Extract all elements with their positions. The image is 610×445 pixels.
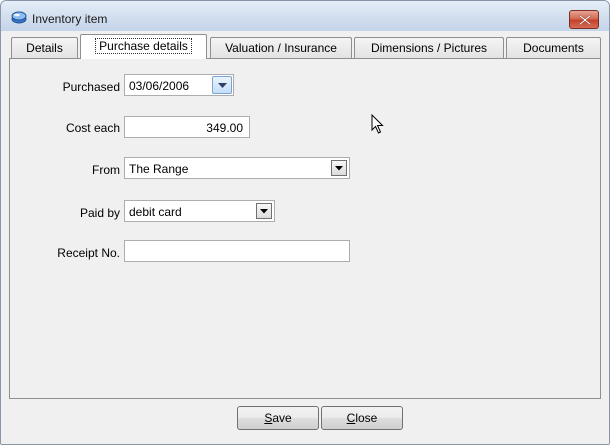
tab-valuation-insurance[interactable]: Valuation / Insurance [210,37,352,59]
paid-by-dropdown-button[interactable] [256,203,272,219]
purchased-label: Purchased [62,80,120,94]
purchased-date-value: 03/06/2006 [129,79,190,93]
tab-dimensions-pictures[interactable]: Dimensions / Pictures [354,37,504,59]
window-title: Inventory item [32,12,108,26]
close-button[interactable]: Close [321,406,403,430]
purchase-details-panel: Purchased 03/06/2006 Cost each 349.00 Fr… [9,58,601,399]
save-label-rest: ave [272,411,292,425]
paid-by-value: debit card [129,205,182,219]
tab-strip: Details Purchase details Valuation / Ins… [9,34,601,59]
inventory-item-window: Inventory item Details Purchase details … [0,0,610,445]
close-window-button[interactable] [569,10,599,29]
date-picker-button[interactable] [212,76,232,94]
cost-each-label: Cost each [65,121,120,135]
receipt-no-input[interactable] [124,240,350,262]
purchased-date-field[interactable]: 03/06/2006 [124,74,234,96]
chevron-down-icon [335,166,343,171]
tab-details-label: Details [26,41,63,55]
tab-valuation-label: Valuation / Insurance [225,41,337,55]
from-dropdown-button[interactable] [331,160,347,176]
title-bar[interactable]: Inventory item [1,1,609,31]
close-icon [579,15,591,25]
tab-documents[interactable]: Documents [506,37,601,59]
chevron-down-icon [260,209,268,214]
tab-details[interactable]: Details [11,37,78,59]
tab-dimensions-label: Dimensions / Pictures [370,41,488,55]
tab-purchase-details-label: Purchase details [95,38,192,54]
tab-documents-label: Documents [523,41,584,55]
close-label-rest: lose [355,411,378,425]
mouse-pointer-icon [371,114,384,134]
receipt-no-label: Receipt No. [57,246,120,260]
paid-by-label: Paid by [79,206,120,220]
paid-by-select[interactable]: debit card [124,200,275,222]
inventory-app-icon [11,11,27,24]
cost-each-value: 349.00 [206,121,243,135]
tab-purchase-details[interactable]: Purchase details [80,34,207,59]
save-button[interactable]: Save [237,406,319,430]
from-label: From [92,163,120,177]
chevron-down-icon [218,83,227,88]
from-value: The Range [129,162,189,176]
cost-each-input[interactable]: 349.00 [124,116,250,138]
from-select[interactable]: The Range [124,157,350,179]
dialog-footer: Save Close [1,399,609,444]
